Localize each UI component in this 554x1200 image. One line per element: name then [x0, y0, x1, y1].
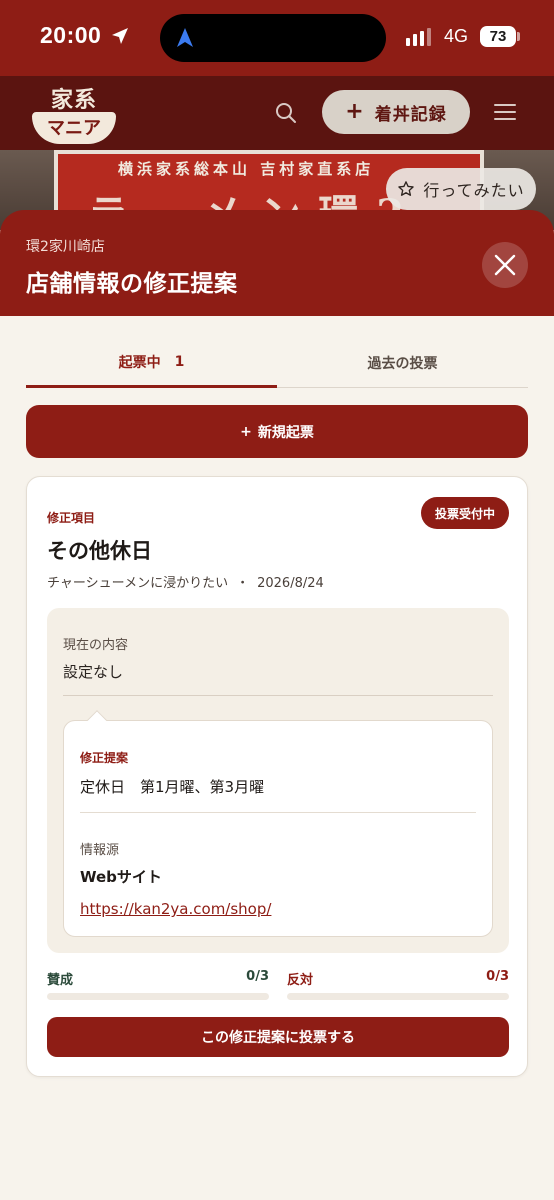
- plus-icon: +: [240, 423, 252, 440]
- location-arrow-icon: [112, 28, 128, 44]
- field-label: 修正項目: [47, 511, 96, 525]
- plus-icon: +: [345, 99, 365, 124]
- app-logo[interactable]: 家系 マニア: [32, 82, 116, 146]
- sheet-title: 店舗情報の修正提案: [26, 271, 238, 297]
- new-proposal-label: 新規起票: [257, 424, 314, 441]
- meta-separator: ・: [236, 576, 250, 591]
- proposal-card: 修正項目 投票受付中 その他休日 チャーシューメンに浸かりたい・ 2026/8/2…: [26, 476, 528, 1077]
- current-content-label: 現在の内容: [63, 638, 129, 653]
- tab-past-votes[interactable]: 過去の投票: [277, 338, 528, 388]
- source-value: Webサイト: [80, 868, 162, 886]
- sheet-body: 起票中 1 過去の投票 + 新規起票 修正項目 投票受付中 その他休日 チャーシ…: [0, 316, 554, 1200]
- status-badge: 投票受付中: [421, 497, 509, 529]
- proposal-date: 2026/8/24: [257, 576, 324, 591]
- suggestion-label: 修正提案: [80, 751, 129, 765]
- new-proposal-button[interactable]: + 新規起票: [26, 405, 528, 458]
- shop-sign-small-text: 横浜家系総本山 吉村家直系店: [118, 160, 375, 178]
- status-time: 20:00: [40, 22, 102, 48]
- menu-icon[interactable]: [494, 102, 516, 122]
- current-content-value: 設定なし: [63, 663, 124, 681]
- shop-name: 環2家川崎店: [26, 239, 105, 255]
- proposal-meta: チャーシューメンに浸かりたい・ 2026/8/24: [47, 572, 324, 591]
- suggestion-box: 修正提案 定休日 第1月曜、第3月曜 情報源 Webサイト https://ka…: [63, 710, 493, 937]
- source-label: 情報源: [80, 843, 120, 858]
- approve-progress-bar: [47, 993, 269, 1000]
- tab-open-proposals[interactable]: 起票中 1: [26, 338, 277, 388]
- tab-open-count: 1: [174, 353, 185, 370]
- wishlist-button[interactable]: 行ってみたい: [386, 168, 536, 210]
- comparison-box: 現在の内容 設定なし 修正提案 定休日 第1月曜、第3月曜 情報源 Webサイト…: [47, 608, 509, 953]
- approve-vote-tally: 賛成 0/3: [47, 969, 269, 1001]
- logo-text-bottom: マニア: [47, 118, 101, 139]
- dynamic-island: [160, 14, 386, 62]
- oppose-progress-bar: [287, 993, 509, 1000]
- approve-count: 0/3: [246, 969, 269, 984]
- oppose-count: 0/3: [486, 969, 509, 984]
- proposal-tabs: 起票中 1 過去の投票: [26, 338, 528, 388]
- tab-past-label: 過去の投票: [367, 356, 438, 372]
- suggestion-value: 定休日 第1月曜、第3月曜: [80, 778, 265, 796]
- source-link[interactable]: https://kan2ya.com/shop/: [80, 900, 271, 918]
- record-button-label: 着丼記録: [374, 104, 447, 125]
- status-bar: 20:00 4G 73: [0, 0, 554, 76]
- close-icon: [494, 254, 516, 276]
- approve-label: 賛成: [47, 973, 74, 988]
- network-label: 4G: [444, 26, 469, 46]
- suggestion-pointer: [87, 710, 107, 730]
- proposal-author: チャーシューメンに浸かりたい: [47, 576, 229, 591]
- signal-icon: [406, 28, 431, 46]
- navigation-icon: [177, 28, 193, 47]
- sheet-header: 環2家川崎店 店舗情報の修正提案: [0, 210, 554, 316]
- oppose-vote-tally: 反対 0/3: [287, 969, 509, 1001]
- field-name: その他休日: [47, 539, 152, 563]
- battery-indicator: 73: [480, 26, 516, 47]
- divider: [80, 812, 476, 813]
- tab-open-label: 起票中: [118, 354, 161, 371]
- divider: [63, 695, 493, 696]
- close-button[interactable]: [482, 242, 528, 288]
- logo-text-top: 家系: [50, 87, 97, 113]
- wishlist-label: 行ってみたい: [423, 181, 525, 200]
- record-visit-button[interactable]: + 着丼記録: [322, 90, 470, 134]
- search-icon[interactable]: [274, 101, 298, 125]
- app-header: 家系 マニア + 着丼記録: [0, 76, 554, 150]
- vote-button[interactable]: この修正提案に投票する: [47, 1017, 509, 1057]
- oppose-label: 反対: [287, 973, 314, 988]
- battery-tip: [517, 32, 520, 41]
- star-icon: [398, 181, 415, 196]
